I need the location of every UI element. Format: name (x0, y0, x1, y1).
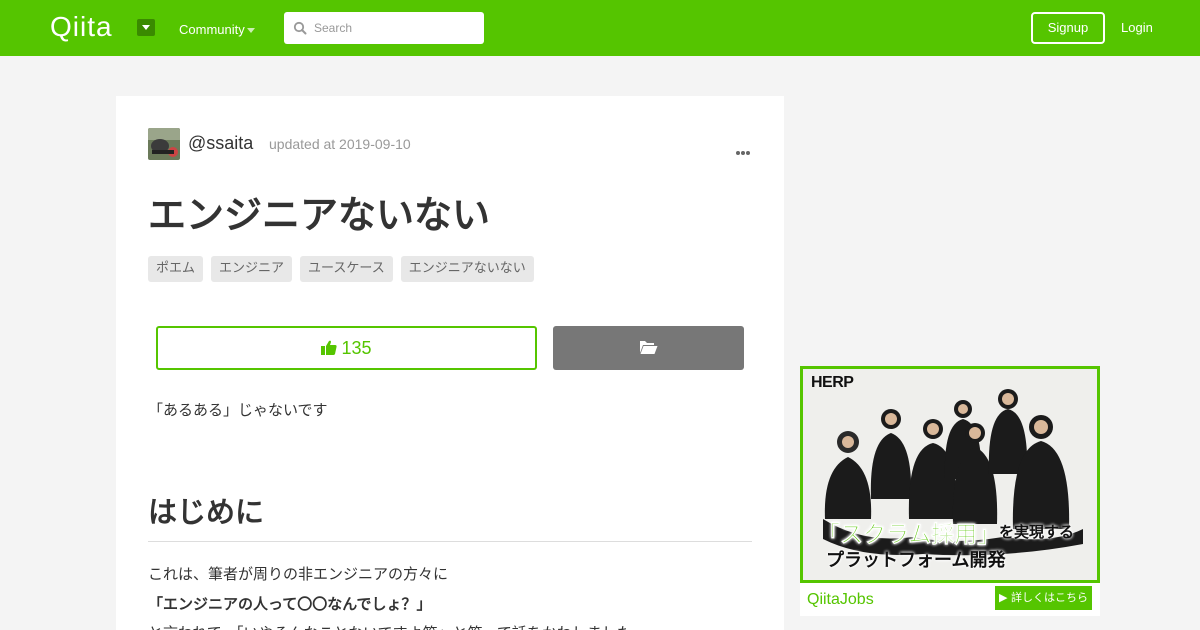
tag-list: ポエム エンジニア ユースケース エンジニアないない (148, 256, 534, 282)
tag[interactable]: ユースケース (300, 256, 393, 282)
like-button[interactable]: 135 (156, 326, 537, 370)
folder-open-icon (640, 341, 658, 354)
stock-button[interactable] (553, 326, 744, 370)
thumbs-up-icon (321, 340, 338, 355)
article-title: エンジニアないない (148, 193, 491, 237)
qiita-jobs-logo: QiitaJobs (807, 591, 874, 608)
body-paragraph-bold: 「エンジニアの人って〇〇なんでしょ？」 (148, 595, 432, 613)
qiita-logo[interactable]: Qiita (50, 11, 113, 43)
tag[interactable]: エンジニアないない (400, 256, 534, 282)
ad-headline-suffix: を実現する (999, 523, 1075, 541)
ad-banner-image[interactable]: HERP 「スクラム採用」 を実現する プラットフォーム開発 (800, 366, 1100, 583)
search-icon (293, 21, 307, 35)
author-name[interactable]: @ssaita (188, 133, 253, 154)
ad-brand-logo: HERP (811, 374, 854, 391)
tag[interactable]: エンジニア (211, 256, 293, 282)
like-count: 135 (341, 338, 372, 358)
article-card: @ssaita updated at 2019-09-10 エンジニアないない … (116, 96, 784, 630)
body-paragraph: これは、筆者が周りの非エンジニアの方々に (148, 565, 449, 583)
ad-cta-button[interactable]: ▶ 詳しくはこちら (995, 586, 1092, 610)
ad-headline: 「スクラム採用」 (817, 522, 1001, 549)
tag[interactable]: ポエム (148, 256, 204, 282)
caret-down-icon[interactable] (137, 19, 155, 36)
section-heading: はじめに (148, 489, 752, 542)
lead-text: 「あるある」じゃないです (148, 401, 328, 419)
login-link[interactable]: Login (1121, 20, 1153, 35)
updated-date: updated at 2019-09-10 (269, 136, 411, 152)
ad-subheadline: プラットフォーム開発 (826, 550, 1006, 571)
signup-button[interactable]: Signup (1031, 12, 1105, 44)
global-header: Qiita Community Signup Login (0, 0, 1200, 56)
search-input[interactable] (314, 12, 479, 44)
sidebar-ad[interactable]: HERP 「スクラム採用」 を実現する プラットフォーム開発 QiitaJobs… (800, 366, 1100, 616)
more-icon[interactable] (736, 140, 752, 155)
avatar[interactable] (148, 128, 180, 160)
search-box[interactable] (284, 12, 484, 44)
community-caret-icon (247, 28, 255, 33)
body-paragraph: と言われて、「いやそんなことないですよ笑」と笑って話をかわしました (148, 622, 632, 630)
community-menu[interactable]: Community (179, 22, 245, 37)
